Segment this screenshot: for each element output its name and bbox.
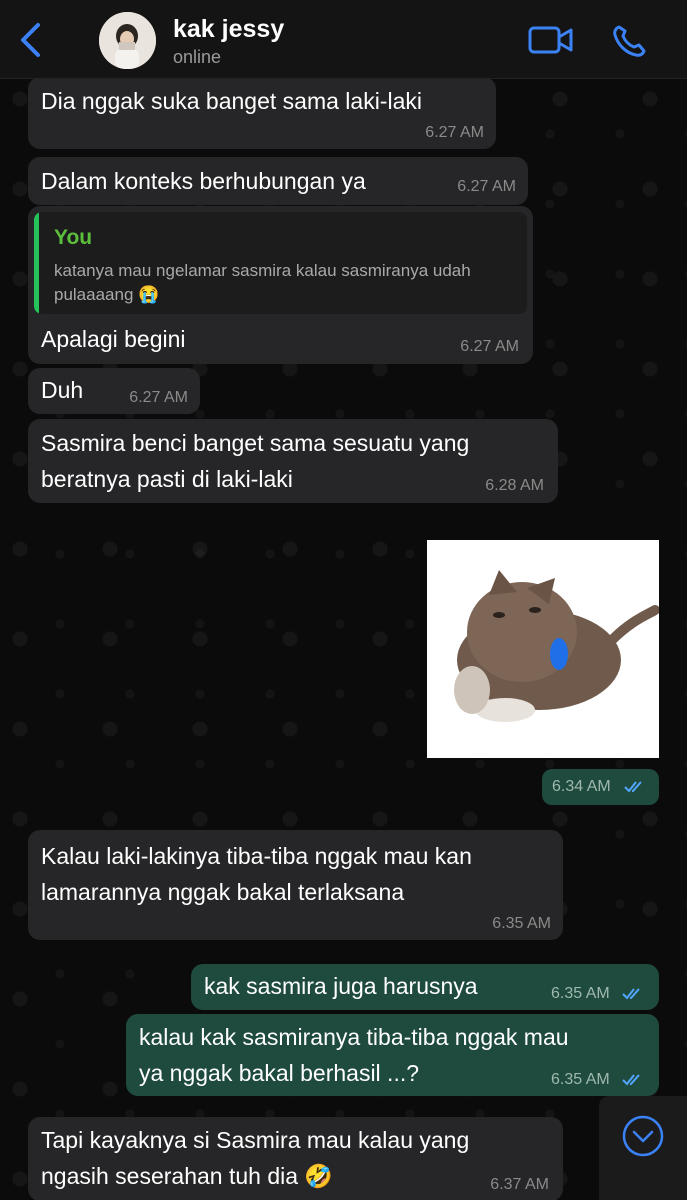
- message-text: Kalau laki-lakinya tiba-tiba nggak mau k…: [41, 843, 472, 905]
- message-bubble-outgoing[interactable]: kak sasmira juga harusnya 6.35 AM: [191, 964, 659, 1010]
- message-text: kak sasmira juga harusnya: [204, 973, 478, 999]
- scroll-to-bottom-button[interactable]: [599, 1096, 687, 1200]
- contact-name[interactable]: kak jessy: [173, 15, 284, 44]
- message-bubble-incoming[interactable]: You katanya mau ngelamar sasmira kalau s…: [28, 206, 533, 364]
- video-call-button[interactable]: [528, 25, 574, 60]
- message-bubble-incoming[interactable]: Tapi kayaknya si Sasmira mau kalau yang …: [28, 1117, 563, 1200]
- message-time: 6.35 AM: [551, 1071, 610, 1088]
- message-time: 6.27 AM: [457, 178, 516, 195]
- message-list[interactable]: Dia nggak suka banget sama laki-laki 6.2…: [0, 79, 687, 1200]
- message-bubble-incoming[interactable]: Dalam konteks berhubungan ya 6.27 AM: [28, 157, 528, 205]
- read-receipt-icon: [622, 1074, 640, 1086]
- kitten-image: [454, 570, 660, 722]
- message-time: 6.28 AM: [485, 477, 544, 494]
- message-bubble-incoming[interactable]: Sasmira benci banget sama sesuatu yang b…: [28, 419, 558, 503]
- message-time: 6.27 AM: [425, 124, 484, 141]
- message-time: 6.27 AM: [129, 389, 188, 406]
- message-time: 6.27 AM: [460, 338, 519, 355]
- video-call-icon: [528, 26, 573, 54]
- chat-header: kak jessy online: [0, 0, 687, 79]
- chevron-down-icon: [622, 1115, 664, 1157]
- message-bubble-incoming[interactable]: Duh 6.27 AM: [28, 368, 200, 414]
- message-text: Tapi kayaknya si Sasmira mau kalau yang …: [41, 1127, 470, 1189]
- message-time: 6.34 AM: [552, 778, 611, 795]
- contact-status: online: [173, 47, 222, 67]
- crying-kitten-sticker[interactable]: [427, 540, 660, 758]
- message-text: Apalagi begini: [41, 326, 186, 352]
- message-text: Dia nggak suka banget sama laki-laki: [41, 88, 422, 114]
- quoted-message[interactable]: You katanya mau ngelamar sasmira kalau s…: [34, 212, 527, 314]
- voice-call-button[interactable]: [612, 24, 648, 63]
- quote-author: You: [54, 226, 93, 249]
- read-receipt-icon: [624, 781, 642, 793]
- message-time: 6.37 AM: [490, 1176, 549, 1193]
- quote-accent-bar: [34, 212, 39, 314]
- message-time: 6.35 AM: [492, 915, 551, 932]
- quote-text: katanya mau ngelamar sasmira kalau sasmi…: [54, 261, 471, 304]
- message-text: kalau kak sasmiranya tiba-tiba nggak mau…: [139, 1024, 569, 1086]
- read-receipt-icon: [622, 988, 640, 1000]
- message-bubble-incoming[interactable]: Kalau laki-lakinya tiba-tiba nggak mau k…: [28, 830, 563, 940]
- message-text: Duh: [41, 377, 84, 403]
- phone-icon: [613, 25, 646, 57]
- message-text: Sasmira benci banget sama sesuatu yang b…: [41, 430, 470, 492]
- avatar-image: [99, 12, 156, 69]
- message-bubble-outgoing[interactable]: kalau kak sasmiranya tiba-tiba nggak mau…: [126, 1014, 659, 1096]
- message-text: Dalam konteks berhubungan ya: [41, 168, 366, 194]
- avatar[interactable]: [99, 12, 156, 69]
- back-icon: [21, 23, 40, 57]
- sticker-time-pill: 6.34 AM: [542, 769, 659, 805]
- back-button[interactable]: [18, 22, 44, 63]
- message-time: 6.35 AM: [551, 985, 610, 1002]
- message-bubble-incoming[interactable]: Dia nggak suka banget sama laki-laki 6.2…: [28, 79, 496, 149]
